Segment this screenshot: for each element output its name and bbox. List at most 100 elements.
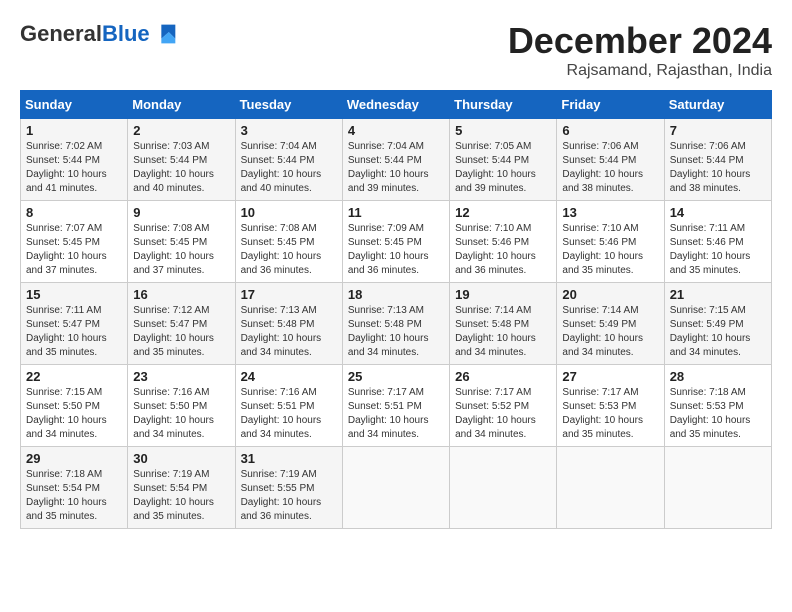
calendar-cell: 24Sunrise: 7:16 AM Sunset: 5:51 PM Dayli… — [235, 365, 342, 447]
day-number: 18 — [348, 287, 444, 302]
header-saturday: Saturday — [664, 91, 771, 119]
calendar-cell: 12 Sunrise: 7:10 AM Sunset: 5:46 PM Dayli… — [450, 201, 557, 283]
day-number: 16 — [133, 287, 229, 302]
day-number: 21 — [670, 287, 766, 302]
day-info: Sunrise: 7:11 AM Sunset: 5:46 PM Dayligh… — [670, 222, 766, 278]
calendar-cell: 13 Sunrise: 7:10 AM Sunset: 5:46 PM Dayli… — [557, 201, 664, 283]
day-number: 8 — [26, 205, 122, 220]
day-info: Sunrise: 7:07 AM Sunset: 5:45 PM Dayligh… — [26, 222, 122, 278]
calendar-cell: 11 Sunrise: 7:09 AM Sunset: 5:45 PM Dayli… — [342, 201, 449, 283]
day-number: 14 — [670, 205, 766, 220]
calendar-week-row: 22Sunrise: 7:15 AM Sunset: 5:50 PM Dayli… — [21, 365, 772, 447]
calendar-week-row: 1 Sunrise: 7:02 AM Sunset: 5:44 PM Daylig… — [21, 119, 772, 201]
day-number: 2 — [133, 123, 229, 138]
day-number: 10 — [241, 205, 337, 220]
calendar-cell: 29 Sunrise: 7:18 AM Sunset: 5:54 PM Dayli… — [21, 447, 128, 529]
day-info: Sunrise: 7:05 AM Sunset: 5:44 PM Dayligh… — [455, 140, 551, 196]
day-number: 28 — [670, 369, 766, 384]
day-number: 27 — [562, 369, 658, 384]
day-number: 11 — [348, 205, 444, 220]
header-sunday: Sunday — [21, 91, 128, 119]
day-info: Sunrise: 7:09 AM Sunset: 5:45 PM Dayligh… — [348, 222, 444, 278]
calendar-cell: 27 Sunrise: 7:17 AM Sunset: 5:53 PM Dayli… — [557, 365, 664, 447]
day-info: Sunrise: 7:18 AM Sunset: 5:54 PM Dayligh… — [26, 468, 122, 524]
day-info: Sunrise: 7:17 AM Sunset: 5:52 PM Dayligh… — [455, 386, 551, 442]
day-number: 25 — [348, 369, 444, 384]
day-number: 26 — [455, 369, 551, 384]
calendar-cell — [664, 447, 771, 529]
day-info: Sunrise: 7:19 AM Sunset: 5:55 PM Dayligh… — [241, 468, 337, 524]
day-info: Sunrise: 7:14 AM Sunset: 5:49 PM Dayligh… — [562, 304, 658, 360]
day-info: Sunrise: 7:06 AM Sunset: 5:44 PM Dayligh… — [562, 140, 658, 196]
day-number: 20 — [562, 287, 658, 302]
calendar-week-row: 15Sunrise: 7:11 AM Sunset: 5:47 PM Dayli… — [21, 283, 772, 365]
day-number: 9 — [133, 205, 229, 220]
calendar-cell: 16 Sunrise: 7:12 AM Sunset: 5:47 PM Dayli… — [128, 283, 235, 365]
calendar-cell: 28 Sunrise: 7:18 AM Sunset: 5:53 PM Dayli… — [664, 365, 771, 447]
calendar-cell: 10Sunrise: 7:08 AM Sunset: 5:45 PM Dayli… — [235, 201, 342, 283]
day-info: Sunrise: 7:17 AM Sunset: 5:51 PM Dayligh… — [348, 386, 444, 442]
day-info: Sunrise: 7:14 AM Sunset: 5:48 PM Dayligh… — [455, 304, 551, 360]
day-info: Sunrise: 7:12 AM Sunset: 5:47 PM Dayligh… — [133, 304, 229, 360]
calendar-cell: 25 Sunrise: 7:17 AM Sunset: 5:51 PM Dayli… — [342, 365, 449, 447]
calendar-cell: 23Sunrise: 7:16 AM Sunset: 5:50 PM Dayli… — [128, 365, 235, 447]
header-wednesday: Wednesday — [342, 91, 449, 119]
calendar-cell: 14 Sunrise: 7:11 AM Sunset: 5:46 PM Dayli… — [664, 201, 771, 283]
calendar-cell — [557, 447, 664, 529]
location-subtitle: Rajsamand, Rajasthan, India — [508, 62, 772, 80]
header-thursday: Thursday — [450, 91, 557, 119]
calendar-cell: 6Sunrise: 7:06 AM Sunset: 5:44 PM Daylig… — [557, 119, 664, 201]
logo-icon — [152, 20, 180, 48]
logo-blue: Blue — [102, 21, 150, 46]
day-number: 30 — [133, 451, 229, 466]
day-info: Sunrise: 7:19 AM Sunset: 5:54 PM Dayligh… — [133, 468, 229, 524]
header-monday: Monday — [128, 91, 235, 119]
day-info: Sunrise: 7:10 AM Sunset: 5:46 PM Dayligh… — [562, 222, 658, 278]
day-info: Sunrise: 7:10 AM Sunset: 5:46 PM Dayligh… — [455, 222, 551, 278]
calendar-cell: 8 Sunrise: 7:07 AM Sunset: 5:45 PM Daylig… — [21, 201, 128, 283]
day-info: Sunrise: 7:18 AM Sunset: 5:53 PM Dayligh… — [670, 386, 766, 442]
month-title: December 2024 — [508, 20, 772, 62]
calendar-cell: 30 Sunrise: 7:19 AM Sunset: 5:54 PM Dayli… — [128, 447, 235, 529]
day-number: 1 — [26, 123, 122, 138]
page-header: GeneralBlue December 2024 Rajsamand, Raj… — [20, 20, 772, 80]
day-info: Sunrise: 7:15 AM Sunset: 5:50 PM Dayligh… — [26, 386, 122, 442]
calendar-cell: 22Sunrise: 7:15 AM Sunset: 5:50 PM Dayli… — [21, 365, 128, 447]
calendar-cell: 31 Sunrise: 7:19 AM Sunset: 5:55 PM Dayli… — [235, 447, 342, 529]
calendar-week-row: 8 Sunrise: 7:07 AM Sunset: 5:45 PM Daylig… — [21, 201, 772, 283]
day-number: 5 — [455, 123, 551, 138]
calendar-cell: 15Sunrise: 7:11 AM Sunset: 5:47 PM Dayli… — [21, 283, 128, 365]
day-number: 15 — [26, 287, 122, 302]
calendar-cell: 19Sunrise: 7:14 AM Sunset: 5:48 PM Dayli… — [450, 283, 557, 365]
day-info: Sunrise: 7:04 AM Sunset: 5:44 PM Dayligh… — [241, 140, 337, 196]
day-info: Sunrise: 7:13 AM Sunset: 5:48 PM Dayligh… — [241, 304, 337, 360]
logo: GeneralBlue — [20, 20, 180, 48]
calendar-cell: 5 Sunrise: 7:05 AM Sunset: 5:44 PM Daylig… — [450, 119, 557, 201]
day-number: 31 — [241, 451, 337, 466]
day-info: Sunrise: 7:06 AM Sunset: 5:44 PM Dayligh… — [670, 140, 766, 196]
day-info: Sunrise: 7:15 AM Sunset: 5:49 PM Dayligh… — [670, 304, 766, 360]
calendar-cell: 21 Sunrise: 7:15 AM Sunset: 5:49 PM Dayli… — [664, 283, 771, 365]
day-info: Sunrise: 7:16 AM Sunset: 5:50 PM Dayligh… — [133, 386, 229, 442]
day-number: 29 — [26, 451, 122, 466]
calendar-cell — [342, 447, 449, 529]
day-info: Sunrise: 7:04 AM Sunset: 5:44 PM Dayligh… — [348, 140, 444, 196]
calendar-cell: 17Sunrise: 7:13 AM Sunset: 5:48 PM Dayli… — [235, 283, 342, 365]
calendar-cell: 20 Sunrise: 7:14 AM Sunset: 5:49 PM Dayli… — [557, 283, 664, 365]
calendar-cell: 3Sunrise: 7:04 AM Sunset: 5:44 PM Daylig… — [235, 119, 342, 201]
day-info: Sunrise: 7:17 AM Sunset: 5:53 PM Dayligh… — [562, 386, 658, 442]
day-number: 13 — [562, 205, 658, 220]
day-info: Sunrise: 7:03 AM Sunset: 5:44 PM Dayligh… — [133, 140, 229, 196]
day-info: Sunrise: 7:08 AM Sunset: 5:45 PM Dayligh… — [133, 222, 229, 278]
day-info: Sunrise: 7:02 AM Sunset: 5:44 PM Dayligh… — [26, 140, 122, 196]
calendar-header-row: SundayMondayTuesdayWednesdayThursdayFrid… — [21, 91, 772, 119]
calendar-cell: 26 Sunrise: 7:17 AM Sunset: 5:52 PM Dayli… — [450, 365, 557, 447]
calendar-cell: 18Sunrise: 7:13 AM Sunset: 5:48 PM Dayli… — [342, 283, 449, 365]
calendar-cell: 2 Sunrise: 7:03 AM Sunset: 5:44 PM Daylig… — [128, 119, 235, 201]
day-number: 7 — [670, 123, 766, 138]
calendar-cell: 1 Sunrise: 7:02 AM Sunset: 5:44 PM Daylig… — [21, 119, 128, 201]
calendar-cell: 4Sunrise: 7:04 AM Sunset: 5:44 PM Daylig… — [342, 119, 449, 201]
header-tuesday: Tuesday — [235, 91, 342, 119]
day-number: 12 — [455, 205, 551, 220]
day-info: Sunrise: 7:16 AM Sunset: 5:51 PM Dayligh… — [241, 386, 337, 442]
